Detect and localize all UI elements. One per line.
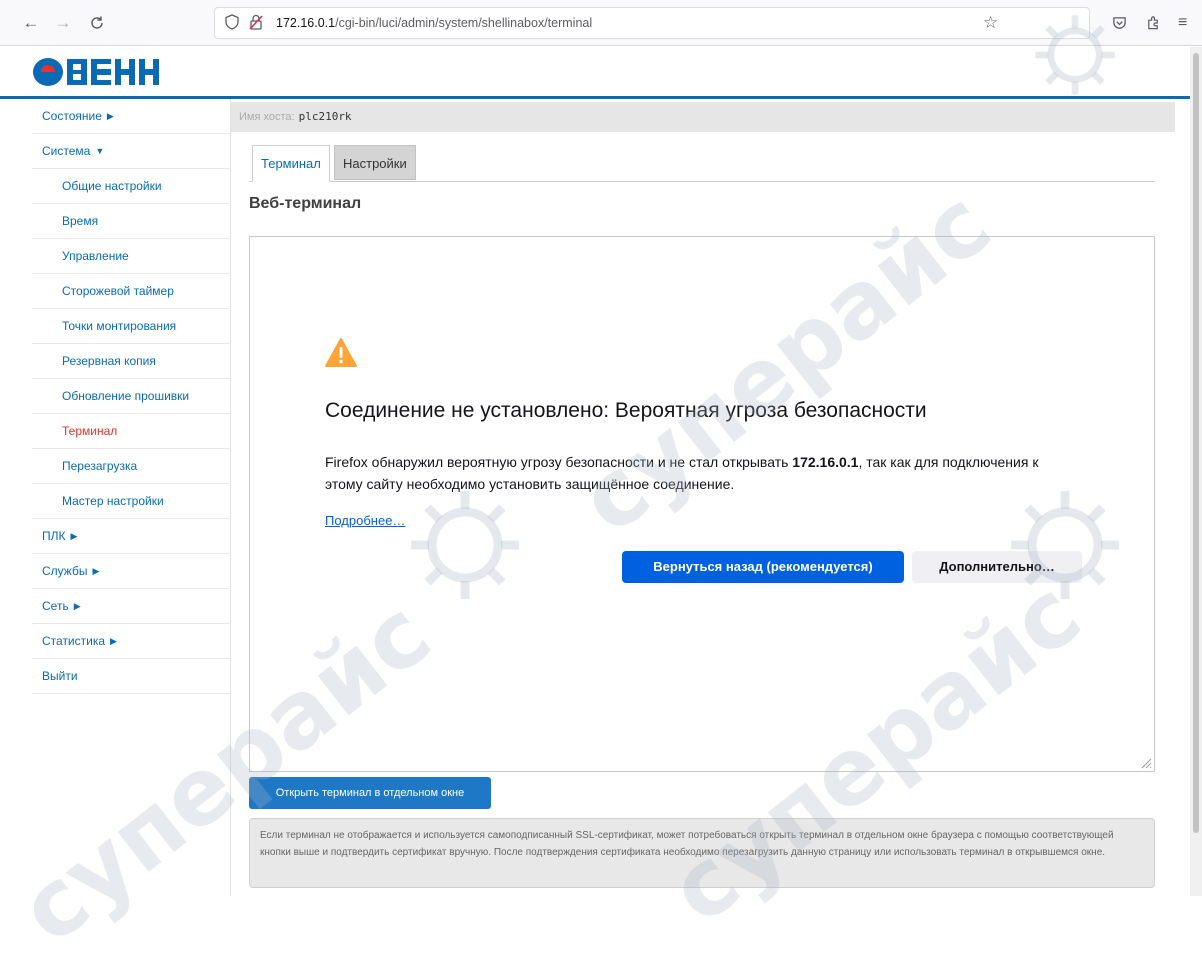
menu-icon[interactable]: ≡ (1178, 12, 1187, 34)
pocket-icon[interactable] (1112, 12, 1127, 38)
caret-right-icon: ▶ (92, 565, 100, 576)
sidebar-item-management[interactable]: Управление (32, 239, 230, 274)
back-arrow-icon[interactable]: ← (20, 12, 42, 34)
sidebar-item-network[interactable]: Сеть ▶ (32, 589, 230, 624)
open-terminal-window-button[interactable]: Открыть терминал в отдельном окне (249, 777, 491, 809)
caret-right-icon: ▶ (110, 635, 117, 646)
sidebar-item-time[interactable]: Время (32, 204, 230, 239)
go-back-button[interactable]: Вернуться назад (рекомендуется) (622, 551, 904, 583)
hostname-bar: Имя хоста: plc210rk (231, 102, 1175, 132)
caret-right-icon: ▶ (70, 530, 78, 541)
hostname-value: plc210rk (298, 110, 352, 123)
sidebar-item-statistics[interactable]: Статистика ▶ (32, 624, 230, 659)
sidebar-item-setup-wizard[interactable]: Мастер настройки (32, 484, 230, 519)
info-note: Если терминал не отображается и использу… (249, 818, 1155, 888)
sidebar-item-status[interactable]: Состояние ▶ (32, 99, 230, 134)
advanced-button[interactable]: Дополнительно… (912, 551, 1082, 583)
insecure-lock-icon[interactable] (249, 14, 263, 35)
tab-settings[interactable]: Настройки (334, 145, 416, 180)
sidebar-item-plc[interactable]: ПЛК ▶ (32, 519, 230, 554)
error-description: Firefox обнаружил вероятную угрозу безоп… (325, 454, 1039, 492)
error-host: 172.16.0.1 (792, 454, 859, 470)
sidebar-item-terminal[interactable]: Терминал (32, 414, 230, 449)
forward-arrow-icon[interactable]: → (52, 12, 74, 34)
sidebar-item-watchdog[interactable]: Сторожевой таймер (32, 274, 230, 309)
url-text: 172.16.0.1/cgi-bin/luci/admin/system/she… (276, 16, 593, 30)
main-content: Имя хоста: plc210rk Терминал Настройки Ве… (231, 99, 1190, 896)
browser-toolbar: ← → 172.16.0.1/cgi-bin/luci/admin/system… (0, 0, 1202, 46)
sidebar-item-backup[interactable]: Резервная копия (32, 344, 230, 379)
warning-icon (325, 338, 357, 367)
page-title: Веб-терминал (249, 195, 362, 212)
terminal-frame[interactable]: Соединение не установлено: Вероятная угр… (249, 236, 1155, 772)
bookmark-star-icon[interactable]: ☆ (983, 14, 998, 32)
caret-right-icon: ▶ (106, 110, 114, 121)
caret-down-icon: ▼ (95, 146, 105, 156)
tab-terminal[interactable]: Терминал (252, 145, 330, 182)
sidebar-item-general-settings[interactable]: Общие настройки (32, 169, 230, 204)
reload-icon[interactable] (86, 12, 108, 34)
caret-right-icon: ▶ (73, 600, 81, 611)
shield-icon[interactable] (225, 14, 239, 35)
sidebar-item-mount-points[interactable]: Точки монтирования (32, 309, 230, 344)
page-scrollbar[interactable] (1190, 47, 1202, 896)
sidebar-item-reboot[interactable]: Перезагрузка (32, 449, 230, 484)
sidebar-item-services[interactable]: Службы ▶ (32, 554, 230, 589)
tab-bar: Терминал Настройки (249, 145, 1155, 182)
header-logo-band (0, 47, 1190, 99)
scrollbar-thumb[interactable] (1193, 53, 1199, 833)
error-title: Соединение не установлено: Вероятная угр… (325, 399, 927, 422)
sidebar-item-system[interactable]: Система ▼ (32, 134, 230, 169)
sidebar-item-logout[interactable]: Выйти (32, 659, 230, 694)
sidebar: Состояние ▶ Система ▼ Общие настройки Врем… (32, 99, 231, 896)
oven-logo (33, 58, 159, 86)
hostname-label: Имя хоста: (239, 111, 295, 123)
url-bar[interactable]: 172.16.0.1/cgi-bin/luci/admin/system/she… (214, 7, 1090, 39)
extensions-icon[interactable] (1146, 12, 1161, 38)
sidebar-item-firmware-update[interactable]: Обновление прошивки (32, 379, 230, 414)
resize-grip-icon[interactable] (1140, 757, 1152, 769)
learn-more-link[interactable]: Подробнее… (325, 513, 405, 528)
